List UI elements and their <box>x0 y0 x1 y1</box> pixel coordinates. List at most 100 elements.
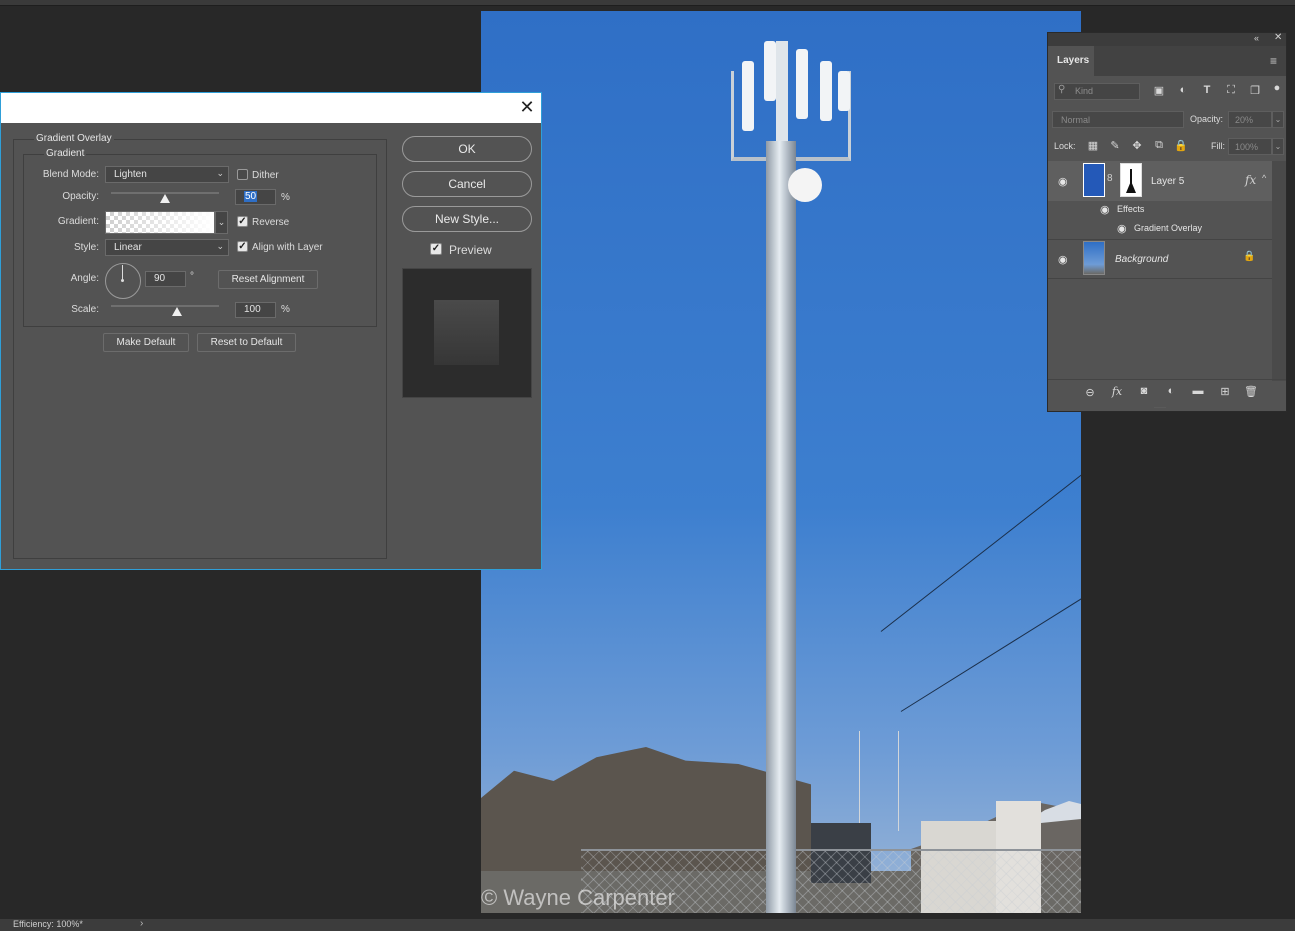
search-icon: ⚲ <box>1058 84 1066 95</box>
filter-toggle-icon[interactable]: ● <box>1270 82 1284 94</box>
lock-icon[interactable]: 🔒 <box>1243 251 1255 262</box>
eye-icon[interactable]: ◉ <box>1058 175 1068 188</box>
image-filter-icon[interactable]: ▣ <box>1152 84 1166 97</box>
angle-dial-center <box>121 279 124 282</box>
ok-button[interactable]: OK <box>402 136 532 162</box>
angle-label: Angle: <box>70 273 99 284</box>
scale-value: 100 <box>244 304 261 315</box>
angle-input[interactable]: 90 <box>145 271 186 287</box>
power-line <box>900 594 1081 712</box>
chevron-up-icon[interactable]: ^ <box>1262 173 1266 183</box>
gradient-preview-swatch[interactable] <box>105 211 215 234</box>
chevron-down-icon[interactable]: ⌄ <box>1272 138 1284 155</box>
canvas-image[interactable]: © Wayne Carpenter <box>481 11 1081 913</box>
dialog-title-bar[interactable] <box>1 93 541 123</box>
antenna-panel <box>742 61 754 131</box>
blend-mode-select[interactable]: Normal <box>1052 111 1184 128</box>
cell-tower-pole <box>766 141 796 913</box>
shape-filter-icon[interactable]: ⛶ <box>1224 84 1238 97</box>
align-with-layer-checkbox[interactable]: ✓ <box>237 241 248 252</box>
scale-input[interactable]: 100 <box>235 302 276 318</box>
panel-header-bar[interactable] <box>1048 33 1286 46</box>
effects-label: Effects <box>1117 204 1145 214</box>
layer-name[interactable]: Background <box>1115 254 1168 265</box>
reset-alignment-button[interactable]: Reset Alignment <box>218 270 318 289</box>
resize-grip[interactable]: ······ <box>1154 405 1166 411</box>
type-filter-icon[interactable]: T <box>1200 84 1214 96</box>
opacity-label: Opacity: <box>62 191 99 202</box>
smart-object-filter-icon[interactable]: ❐ <box>1248 84 1262 97</box>
new-style-button[interactable]: New Style... <box>402 206 532 232</box>
eye-icon[interactable]: ◉ <box>1058 253 1068 266</box>
reset-to-default-button[interactable]: Reset to Default <box>197 333 296 352</box>
effects-row[interactable] <box>1048 201 1272 220</box>
dither-checkbox[interactable] <box>237 169 248 180</box>
tab-layers[interactable]: Layers <box>1048 46 1094 76</box>
blend-mode-value: Lighten <box>114 169 147 180</box>
adjustment-filter-icon[interactable]: ◐ <box>1176 84 1190 96</box>
gradient-label: Gradient: <box>57 216 99 227</box>
panel-menu-icon[interactable]: ≡ <box>1270 54 1277 68</box>
top-ruler <box>0 0 1295 6</box>
reverse-checkbox[interactable]: ✓ <box>237 216 248 227</box>
link-icon[interactable]: 8 <box>1107 173 1113 184</box>
fx-icon[interactable]: fx <box>1245 173 1256 187</box>
kind-filter-select[interactable]: Kind <box>1054 83 1140 100</box>
preview-checkbox[interactable]: ✓ <box>430 243 442 255</box>
close-icon[interactable]: ✕ <box>1274 32 1282 43</box>
fill-input[interactable]: 100% <box>1228 138 1272 155</box>
gradient-picker-dropdown[interactable]: ⌄ <box>215 211 228 234</box>
scrollbar[interactable] <box>1272 161 1286 381</box>
efficiency-readout: Efficiency: 100%* <box>13 919 83 929</box>
close-icon[interactable]: ✕ <box>517 97 537 117</box>
lock-move-icon[interactable]: ✥ <box>1130 139 1144 152</box>
chevron-down-icon[interactable]: ⌄ <box>1272 111 1284 128</box>
eye-icon[interactable]: ◉ <box>1117 222 1127 235</box>
antenna-panel <box>820 61 832 121</box>
make-default-button[interactable]: Make Default <box>103 333 189 352</box>
angle-unit: ° <box>190 271 194 282</box>
mask-icon[interactable]: ◙ <box>1137 385 1151 397</box>
angle-value: 90 <box>154 273 166 284</box>
gradient-overlay-heading: Gradient Overlay <box>34 133 114 144</box>
microwave-dish <box>788 168 822 202</box>
new-layer-icon[interactable]: ⊞ <box>1218 385 1232 398</box>
watermark: © Wayne Carpenter <box>481 885 675 910</box>
gradient-heading: Gradient <box>44 148 87 159</box>
style-select[interactable]: Linear ⌄ <box>105 239 229 256</box>
dither-label: Dither <box>252 170 279 181</box>
scale-slider[interactable] <box>111 305 219 307</box>
trash-icon[interactable]: 🗑 <box>1244 385 1258 398</box>
eye-icon[interactable]: ◉ <box>1100 203 1110 216</box>
status-menu-arrow[interactable]: › <box>140 918 143 929</box>
lock-artboard-icon[interactable]: ⧉ <box>1152 139 1166 152</box>
align-with-layer-label: Align with Layer <box>252 242 323 253</box>
layers-panel: « ✕ Layers ≡ Kind ⚲ ▣ ◐ T ⛶ ❐ ● Normal O… <box>1047 32 1287 412</box>
opacity-label: Opacity: <box>1190 114 1224 124</box>
lock-transparent-icon[interactable]: ▦ <box>1086 139 1100 152</box>
lock-paint-icon[interactable]: ✎ <box>1108 139 1122 152</box>
adjustment-icon[interactable]: ◐ <box>1164 385 1178 397</box>
lock-label: Lock: <box>1054 141 1076 151</box>
power-line <box>880 471 1081 632</box>
layer-name[interactable]: Layer 5 <box>1151 176 1184 187</box>
fx-icon[interactable]: fx <box>1110 385 1124 398</box>
chevron-down-icon: ⌄ <box>216 168 224 178</box>
opacity-input[interactable]: 20% <box>1228 111 1272 128</box>
collapse-icon[interactable]: « <box>1254 33 1259 43</box>
opacity-input[interactable]: 50 <box>235 189 276 205</box>
cancel-button[interactable]: Cancel <box>402 171 532 197</box>
folder-icon[interactable]: ▬ <box>1191 385 1205 397</box>
opacity-value: 50 <box>244 191 258 202</box>
gradient-overlay-effect[interactable]: Gradient Overlay <box>1134 223 1202 233</box>
layers-bottom-toolbar: ⊖ fx ◙ ◐ ▬ ⊞ 🗑 <box>1048 379 1286 407</box>
style-value: Linear <box>114 242 142 253</box>
scale-slider-thumb[interactable] <box>172 307 182 316</box>
layer-thumbnail[interactable] <box>1083 163 1105 197</box>
layer-thumbnail[interactable] <box>1083 241 1105 275</box>
lock-all-icon[interactable]: 🔒 <box>1174 139 1188 152</box>
opacity-slider-thumb[interactable] <box>160 194 170 203</box>
link-icon[interactable]: ⊖ <box>1083 386 1097 399</box>
blend-mode-select[interactable]: Lighten ⌄ <box>105 166 229 183</box>
antenna-panel <box>796 49 808 119</box>
